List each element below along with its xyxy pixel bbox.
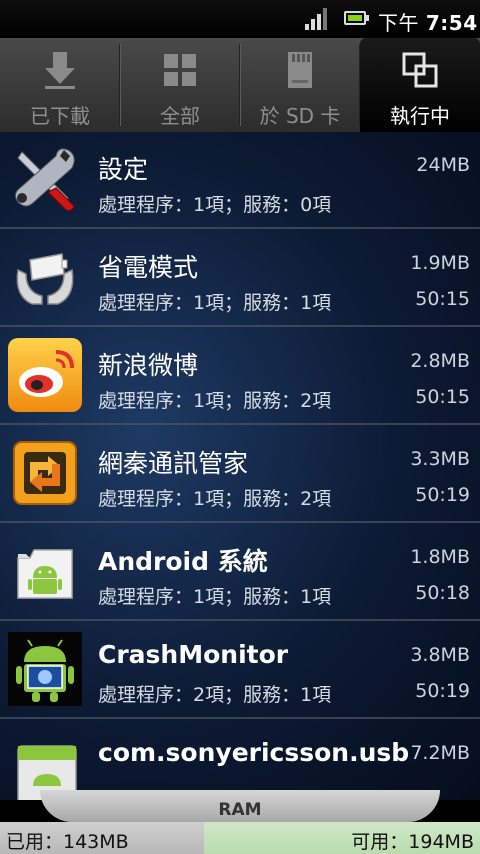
app-memory-size: 1.8MB [410,546,470,568]
row-divider [0,521,480,523]
battery-icon [344,11,366,25]
ram-label: RAM [218,800,262,820]
clock-period: 下午 [378,11,419,35]
list-item[interactable]: 設定 處理程序：1項；服務：0項 24MB [0,132,480,229]
app-memory-size: 7.2MB [410,742,470,764]
list-item[interactable]: 新浪微博 處理程序：1項；服務：2項 2.8MB 50:15 [0,328,480,425]
running-apps-icon [402,52,438,88]
list-item[interactable]: 省電模式 處理程序：1項；服務：1項 1.9MB 50:15 [0,230,480,327]
app-filter-tabs: 已下載 全部 於 SD 卡 執行中 [0,38,480,132]
battery-tip [366,15,369,21]
app-memory-size: 2.8MB [410,350,470,372]
tab-running[interactable]: 執行中 [360,38,480,132]
app-process-detail: 處理程序：1項；服務：1項 [98,292,332,314]
app-running-time: 50:15 [415,386,470,408]
weibo-icon [8,338,82,412]
ram-used-segment: 已用：143MB [0,822,204,854]
row-divider [0,423,480,425]
tab-label: 於 SD 卡 [259,104,341,128]
status-bar: 下午 7:54 [0,0,480,38]
crash-monitor-icon [8,632,82,706]
ram-tab: RAM [40,790,440,822]
tab-label: 已下載 [30,104,90,128]
tab-label: 全部 [160,104,200,128]
ram-free-segment: 可用：194MB [204,822,480,854]
row-divider [0,227,480,229]
download-icon [45,52,75,89]
app-memory-size: 3.3MB [410,448,470,470]
app-process-detail: 處理程序：1項；服務：1項 [98,586,332,608]
app-running-time: 50:15 [415,288,470,310]
app-process-detail: 處理程序：1項；服務：0項 [98,194,332,216]
app-process-detail: 處理程序：2項；服務：1項 [98,684,332,706]
sd-card-icon [288,52,312,88]
app-running-time: 50:19 [415,484,470,506]
list-item[interactable]: Android 系統 處理程序：1項；服務：1項 1.8MB 50:18 [0,524,480,621]
app-name: 網秦通訊管家 [98,449,249,478]
list-item[interactable]: CrashMonitor 處理程序：2項；服務：1項 3.8MB 50:19 [0,622,480,719]
android-system-icon [17,549,73,599]
app-name: Android 系統 [98,547,268,576]
list-item[interactable]: com.sonyericsson.usbux 7.2MB [0,720,480,800]
row-divider [0,325,480,327]
app-name: 設定 [98,155,149,184]
clock-time: 7:54 [425,11,478,35]
app-name: CrashMonitor [98,640,289,669]
tab-sd-card[interactable]: 於 SD 卡 [240,38,361,132]
tab-label: 執行中 [390,104,450,128]
app-memory-size: 1.9MB [410,252,470,274]
app-process-detail: 處理程序：1項；服務：2項 [98,488,332,510]
grid-icon [164,54,196,86]
ram-used-text: 已用：143MB [6,831,129,853]
running-apps-list: 設定 處理程序：1項；服務：0項 24MB 省電模式 處理程序：1項；服務：1項… [0,132,480,800]
tab-downloaded[interactable]: 已下載 [0,38,121,132]
ram-usage-bar: RAM 已用：143MB 可用：194MB [0,790,480,854]
row-divider [0,717,480,719]
app-name: 新浪微博 [98,351,199,380]
signal-strength-icon [305,8,327,30]
ram-free-text: 可用：194MB [351,831,474,853]
power-saver-icon [16,253,74,305]
app-name: com.sonyericsson.usbux [98,738,408,767]
list-item[interactable]: 網秦通訊管家 處理程序：1項；服務：2項 3.3MB 50:19 [0,426,480,523]
netqin-icon [13,441,77,505]
settings-tools-icon [14,148,75,211]
app-memory-size: 24MB [416,154,470,176]
app-name: 省電模式 [98,253,199,282]
app-running-time: 50:19 [415,680,470,702]
app-process-detail: 處理程序：1項；服務：2項 [98,390,332,412]
tab-all[interactable]: 全部 [120,38,241,132]
app-running-time: 50:18 [415,582,470,604]
app-memory-size: 3.8MB [410,644,470,666]
clock: 下午 7:54 [378,7,478,36]
row-divider [0,619,480,621]
